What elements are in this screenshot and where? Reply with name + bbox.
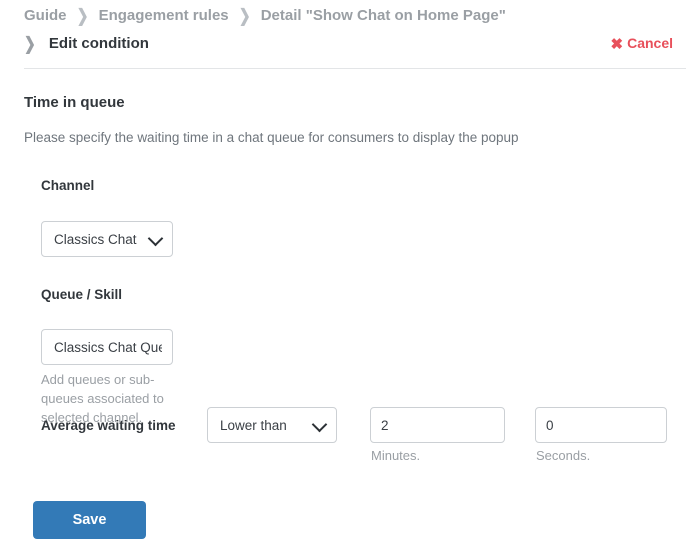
breadcrumb-item-detail[interactable]: Detail "Show Chat on Home Page" [261,7,506,24]
operator-select-wrapper: Lower than [207,407,337,443]
minutes-unit-label: Minutes. [371,448,421,463]
breadcrumb: Guide ❯ Engagement rules ❯ Detail "Show … [24,5,506,26]
seconds-unit-label: Seconds. [536,448,591,463]
cancel-button[interactable]: ✖ Cancel [611,33,674,55]
section-title: Time in queue [24,94,125,111]
average-waiting-time-label: Average waiting time [41,418,176,433]
queue-skill-label: Queue / Skill [41,287,123,302]
channel-select-wrapper: Classics Chat [41,221,173,257]
page-title: Edit condition [48,35,149,52]
channel-label: Channel [41,178,95,193]
sub-breadcrumb: ❯ Edit condition [24,33,149,54]
queue-skill-input[interactable] [41,329,173,365]
minutes-input[interactable] [370,407,505,443]
breadcrumb-item-guide[interactable]: Guide [24,7,67,24]
channel-select[interactable]: Classics Chat [41,221,173,257]
close-icon: ✖ [610,36,624,53]
breadcrumb-separator-icon: ❯ [76,5,89,25]
breadcrumb-item-engagement-rules[interactable]: Engagement rules [99,7,229,24]
seconds-input[interactable] [535,407,667,443]
breadcrumb-separator-icon: ❯ [238,5,251,25]
header-divider [24,68,686,69]
section-description: Please specify the waiting time in a cha… [24,130,519,145]
page-header: Guide ❯ Engagement rules ❯ Detail "Show … [0,0,686,69]
chevron-right-icon: ❯ [24,33,36,53]
cancel-button-label: Cancel [627,35,673,51]
operator-select[interactable]: Lower than [207,407,337,443]
save-button[interactable]: Save [33,501,146,539]
